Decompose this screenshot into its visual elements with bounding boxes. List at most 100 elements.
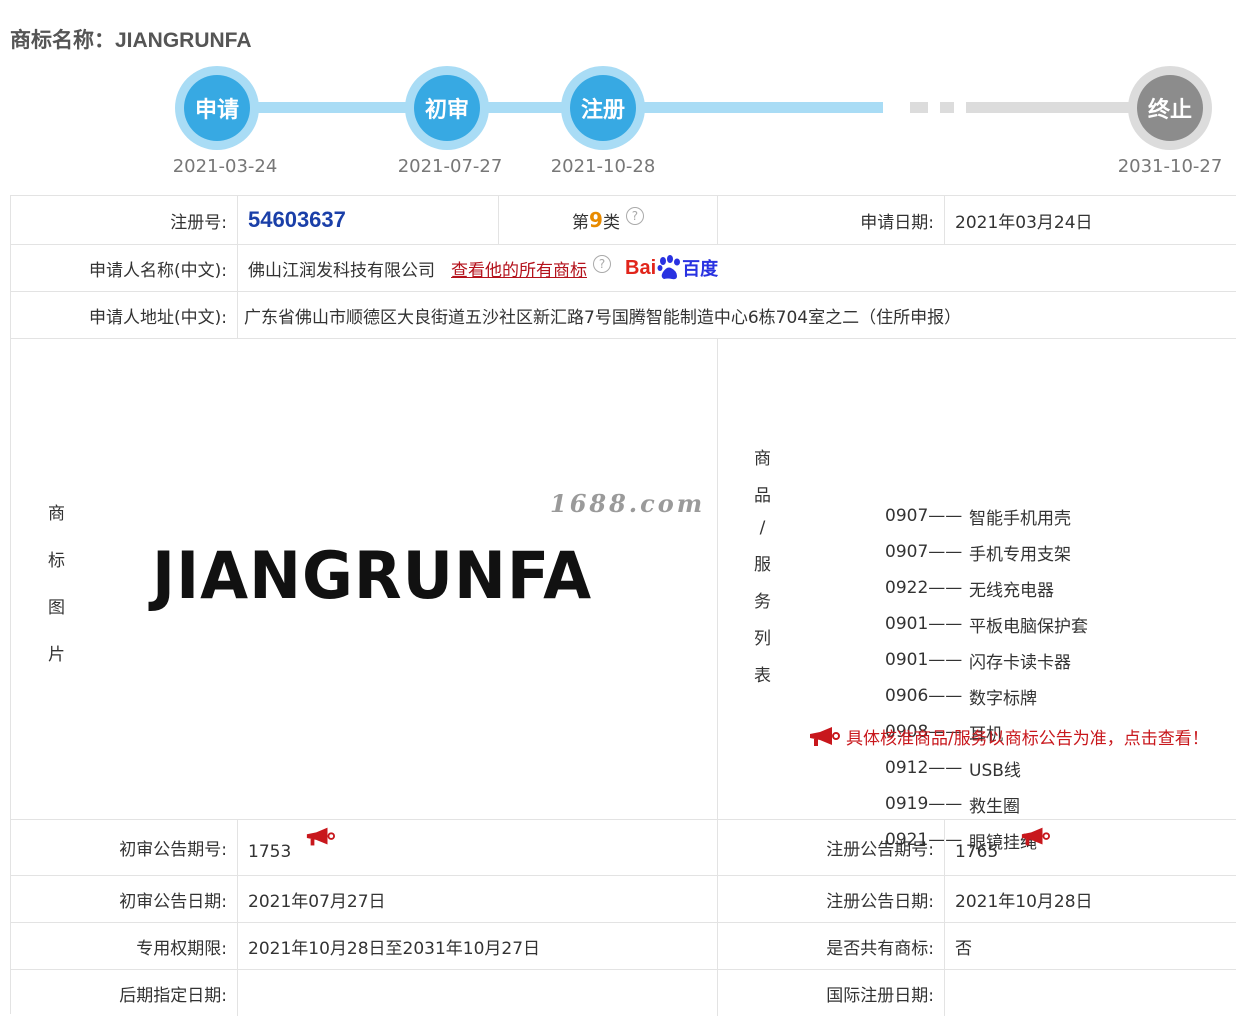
goods-code: 0922—— xyxy=(885,578,963,598)
timeline-node-label: 申请 xyxy=(184,75,250,141)
paw-icon xyxy=(657,255,681,280)
later-date-value xyxy=(238,970,717,1016)
baidu-search-logo[interactable]: Bai 百度 xyxy=(625,255,718,281)
goods-code: 0901—— xyxy=(885,614,963,634)
reg-pub-no-cell: 1765 xyxy=(945,820,1235,875)
class-number[interactable]: 9 xyxy=(589,208,603,232)
goods-label-char: 表 xyxy=(754,666,771,686)
goods-name: USB线 xyxy=(969,760,1021,781)
goods-code: 0912—— xyxy=(885,758,963,778)
image-label-char: 片 xyxy=(48,645,65,665)
timeline-dash xyxy=(940,102,954,113)
goods-label-char: 务 xyxy=(754,592,771,612)
goods-code: 0906—— xyxy=(885,686,963,706)
goods-code: 0907—— xyxy=(885,542,963,562)
goods-notice-text: 具体核准商品/服务以商标公告为准，点击查看！ xyxy=(846,729,1209,749)
table-border xyxy=(10,195,11,1014)
intl-date-label: 国际注册日期: xyxy=(826,985,934,1006)
goods-list: 0907—— 智能手机用壳 0907—— 手机专用支架 0922—— 无线充电器 09… xyxy=(885,498,1088,858)
goods-code: 0901—— xyxy=(885,650,963,670)
timeline-date: 2021-07-27 xyxy=(397,156,503,177)
goods-label-char: 服 xyxy=(754,555,771,575)
goods-name: 无线充电器 xyxy=(969,580,1054,601)
goods-label-char: 商 xyxy=(754,449,771,469)
page-title: 商标名称：JIANGRUNFA xyxy=(10,24,252,54)
applicant-name: 佛山江润发科技有限公司 xyxy=(248,260,435,281)
goods-label-char: / xyxy=(759,518,766,538)
table-row: 申请人地址(中文): 广东省佛山市顺德区大良街道五沙社区新汇路7号国腾智能制造中… xyxy=(10,292,1236,339)
goods-label-char: 列 xyxy=(754,629,771,649)
help-icon[interactable]: ? xyxy=(625,207,644,225)
list-item: 0907—— 手机专用支架 xyxy=(885,534,1088,570)
megaphone-icon[interactable] xyxy=(1020,826,1051,853)
reg-no-value: 54603637 xyxy=(238,196,498,244)
help-icon[interactable]: ? xyxy=(593,255,611,273)
goods-notice-link[interactable]: 具体核准商品/服务以商标公告为准，点击查看！ xyxy=(808,724,1209,749)
timeline-node-end: 终止 xyxy=(1128,66,1212,150)
megaphone-icon xyxy=(810,726,840,746)
table-row: 后期指定日期: 国际注册日期: xyxy=(10,970,1236,1016)
title-label: 商标名称： xyxy=(10,29,115,52)
table-row: 专用权期限: 2021年10月28日至2031年10月27日 是否共有商标: 否 xyxy=(10,923,1236,970)
goods-name: 手机专用支架 xyxy=(969,544,1071,565)
reg-pub-date-label: 注册公告日期: xyxy=(826,891,934,912)
timeline-node-label: 初审 xyxy=(414,75,480,141)
timeline-date: 2021-10-28 xyxy=(550,156,656,177)
title-trademark-name: JIANGRUNFA xyxy=(115,29,252,52)
all-marks-link[interactable]: 查看他的所有商标 xyxy=(451,256,587,281)
goods-name: 闪存卡读卡器 xyxy=(969,652,1071,673)
image-label-char: 标 xyxy=(48,551,65,571)
applicant-cell: 佛山江润发科技有限公司 查看他的所有商标 ? Bai 百度 xyxy=(238,245,1236,291)
timeline-date: 2031-10-27 xyxy=(1117,156,1223,177)
goods-code: 0907—— xyxy=(885,506,963,526)
apply-date-value: 2021年03月24日 xyxy=(955,212,1093,233)
prelim-no-cell: 1753 xyxy=(238,820,717,875)
class-suffix: 类 xyxy=(602,212,620,233)
goods-name: 救生圈 xyxy=(969,796,1020,817)
prelim-no: 1753 xyxy=(248,841,292,862)
reg-no-label: 注册号: xyxy=(170,212,227,233)
apply-date-label: 申请日期: xyxy=(860,212,934,233)
image-label-char: 图 xyxy=(48,598,65,618)
table-row: 初审公告日期: 2021年07月27日 注册公告日期: 2021年10月28日 xyxy=(10,876,1236,923)
timeline-node-apply: 申请 xyxy=(175,66,259,150)
timeline-node-register: 注册 xyxy=(561,66,645,150)
intl-date-value xyxy=(945,970,1235,1016)
goods-code: 0919—— xyxy=(885,794,963,814)
list-item: 0922—— 无线充电器 xyxy=(885,570,1088,606)
term-value: 2021年10月28日至2031年10月27日 xyxy=(248,938,541,959)
goods-name: 数字标牌 xyxy=(969,688,1037,709)
timeline-track-active xyxy=(217,102,883,113)
timeline-node-label: 注册 xyxy=(570,75,636,141)
later-date-label: 后期指定日期: xyxy=(119,985,227,1006)
list-item: 0901—— 平板电脑保护套 xyxy=(885,606,1088,642)
table-row: 申请人名称(中文): 佛山江润发科技有限公司 查看他的所有商标 ? Bai 百度 xyxy=(10,245,1236,292)
shared-value: 否 xyxy=(955,938,972,959)
reg-pub-date-value: 2021年10月28日 xyxy=(955,891,1093,912)
goods-label: 商 品 / 服 务 列 表 xyxy=(754,444,771,686)
trademark-image: JIANGRUNFA xyxy=(152,537,593,614)
baidu-logo-text: 百度 xyxy=(682,259,719,280)
baidu-logo-text: Bai xyxy=(625,256,657,279)
reg-no: 54603637 xyxy=(248,207,346,232)
address-label: 申请人地址(中文): xyxy=(89,307,227,328)
table-row: 初审公告期号: 1753 注册公告期号: 1765 xyxy=(10,820,1236,876)
address-value: 广东省佛山市顺德区大良街道五沙社区新汇路7号国腾智能制造中心6栋704室之二（住… xyxy=(244,307,962,328)
list-item: 0901—— 闪存卡读卡器 xyxy=(885,642,1088,678)
prelim-date-label: 初审公告日期: xyxy=(119,891,227,912)
applicant-label: 申请人名称(中文): xyxy=(89,260,227,281)
timeline-dash xyxy=(910,102,928,113)
table-row: 商 标 图 片 1688.com JIANGRUNFA 商 品 / 服 务 列 … xyxy=(10,339,1236,853)
reg-pub-no: 1765 xyxy=(955,841,999,862)
goods-label-char: 品 xyxy=(754,486,771,506)
megaphone-icon[interactable] xyxy=(305,826,336,853)
list-item: 0919—— 救生圈 xyxy=(885,786,1088,822)
timeline-node-prelim: 初审 xyxy=(405,66,489,150)
list-item: 0912—— USB线 xyxy=(885,750,1088,786)
watermark: 1688.com xyxy=(550,489,706,518)
table-row: 注册号: 54603637 第 9 类? 申请日期: 2021年03月24日 xyxy=(10,196,1236,245)
list-item: 0907—— 智能手机用壳 xyxy=(885,498,1088,534)
term-label: 专用权期限: xyxy=(136,938,227,959)
shared-label: 是否共有商标: xyxy=(826,938,934,959)
prelim-no-label: 初审公告期号: xyxy=(119,840,227,860)
